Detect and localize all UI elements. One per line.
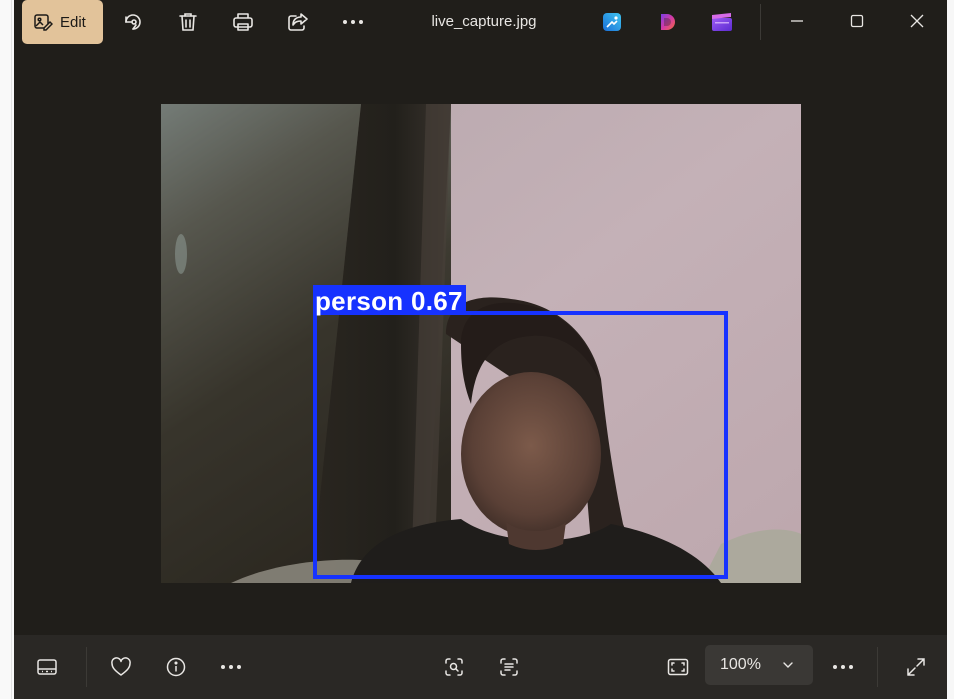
rotate-button[interactable] [118, 8, 148, 36]
minimize-icon [790, 14, 804, 28]
filmstrip-button[interactable] [32, 652, 62, 682]
favorite-button[interactable] [106, 652, 136, 682]
bottom-toolbar: 100% [14, 635, 947, 699]
more-icon [342, 19, 364, 25]
copilot-app-button[interactable] [653, 8, 683, 36]
designer-app-icon [602, 12, 622, 32]
zoom-level-value: 100% [720, 656, 761, 673]
share-button[interactable] [283, 8, 313, 36]
rotate-icon [122, 11, 144, 33]
clipchamp-app-button[interactable] [707, 8, 737, 36]
visual-search-icon [444, 657, 464, 677]
close-button[interactable] [902, 6, 932, 36]
maximize-button[interactable] [842, 6, 872, 36]
fit-to-window-button[interactable] [663, 652, 693, 682]
close-icon [910, 14, 924, 28]
fullscreen-icon [906, 657, 926, 677]
zoom-more-button[interactable] [828, 652, 858, 682]
zoom-level-dropdown[interactable]: 100% [705, 645, 813, 685]
chevron-down-icon [781, 658, 795, 677]
print-button[interactable] [228, 8, 258, 36]
photo-viewer-image[interactable]: person 0.67 [161, 104, 801, 583]
more-icon [832, 664, 854, 670]
minimize-button[interactable] [782, 6, 812, 36]
edit-image-icon [33, 12, 53, 32]
file-name: live_capture.jpg [431, 13, 537, 30]
fullscreen-button[interactable] [901, 652, 931, 682]
edit-label: Edit [60, 13, 86, 31]
share-icon [287, 12, 309, 32]
clipchamp-app-icon [711, 12, 733, 32]
more-icon [220, 664, 242, 670]
delete-button[interactable] [173, 8, 203, 36]
photos-app-window: Edit live_capture.jpg person 0.67 100% [14, 0, 947, 699]
detection-bounding-box [313, 311, 728, 579]
designer-app-button[interactable] [597, 8, 627, 36]
bottom-separator-left [86, 647, 87, 687]
copilot-app-icon [658, 12, 678, 32]
info-button[interactable] [161, 652, 191, 682]
visual-search-button[interactable] [439, 652, 469, 682]
title-bar: Edit live_capture.jpg [14, 0, 947, 44]
bottom-more-button[interactable] [216, 652, 246, 682]
bottom-separator-right [877, 647, 878, 687]
favorite-icon [110, 657, 132, 677]
fit-to-window-icon [667, 658, 689, 676]
title-separator [760, 4, 761, 40]
scan-text-button[interactable] [494, 652, 524, 682]
print-icon [232, 12, 254, 32]
desktop-background [0, 0, 14, 699]
desktop-background-right [947, 0, 954, 699]
detection-label: person 0.67 [313, 285, 466, 316]
info-icon [166, 657, 186, 677]
edit-button[interactable]: Edit [22, 0, 103, 44]
maximize-icon [850, 14, 864, 28]
filmstrip-icon [36, 658, 58, 676]
delete-icon [178, 11, 198, 33]
scan-text-icon [499, 657, 519, 677]
more-options-button[interactable] [338, 8, 368, 36]
